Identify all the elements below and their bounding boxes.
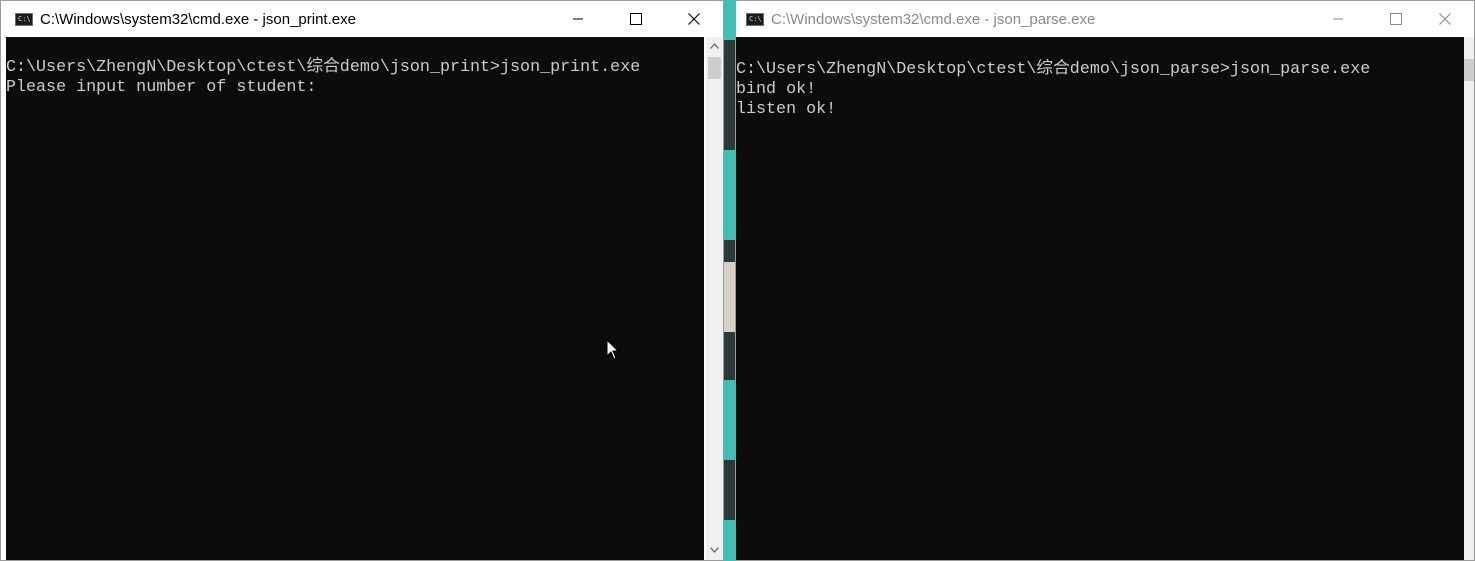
chevron-up-icon [710, 42, 719, 49]
title-bar[interactable]: C:\ C:\Windows\system32\cmd.exe - json_p… [736, 1, 1474, 37]
scroll-thumb[interactable] [708, 57, 721, 79]
close-button[interactable] [1416, 1, 1474, 37]
chevron-down-icon [710, 546, 719, 553]
maximize-button[interactable] [607, 1, 665, 37]
minimize-icon [1333, 18, 1343, 20]
minimize-icon [573, 18, 583, 20]
cmd-icon: C:\ [746, 12, 764, 26]
console-output[interactable]: C:\Users\ZhengN\Desktop\ctest\综合demo\jso… [736, 37, 1464, 560]
title-bar[interactable]: C:\ C:\Windows\system32\cmd.exe - json_p… [1, 1, 723, 37]
console-line: bind ok! [736, 80, 817, 99]
minimize-button[interactable] [1309, 1, 1367, 37]
vertical-scrollbar[interactable] [706, 37, 723, 560]
close-icon [1439, 13, 1451, 25]
scroll-down-button[interactable] [706, 541, 723, 558]
window-title: C:\Windows\system32\cmd.exe - json_parse… [771, 10, 1096, 28]
vertical-scrollbar[interactable] [1464, 37, 1474, 560]
window-title: C:\Windows\system32\cmd.exe - json_print… [40, 10, 356, 28]
close-button[interactable] [665, 1, 723, 37]
cmd-icon: C:\ [15, 12, 33, 26]
cmd-window-json-print[interactable]: C:\ C:\Windows\system32\cmd.exe - json_p… [0, 0, 724, 561]
scroll-thumb[interactable] [1464, 59, 1474, 81]
scroll-up-button[interactable] [706, 37, 723, 54]
maximize-icon [1390, 13, 1402, 25]
console-line: C:\Users\ZhengN\Desktop\ctest\综合demo\jso… [6, 58, 641, 77]
mouse-pointer-icon [606, 339, 620, 360]
cmd-window-json-parse[interactable]: C:\ C:\Windows\system32\cmd.exe - json_p… [735, 0, 1475, 561]
console-line: listen ok! [736, 100, 837, 119]
minimize-button[interactable] [549, 1, 607, 37]
maximize-icon [630, 13, 642, 25]
console-output[interactable]: C:\Users\ZhengN\Desktop\ctest\综合demo\jso… [6, 37, 704, 560]
close-icon [688, 13, 700, 25]
console-line: C:\Users\ZhengN\Desktop\ctest\综合demo\jso… [736, 60, 1371, 79]
console-line: Please input number of student: [6, 78, 317, 97]
